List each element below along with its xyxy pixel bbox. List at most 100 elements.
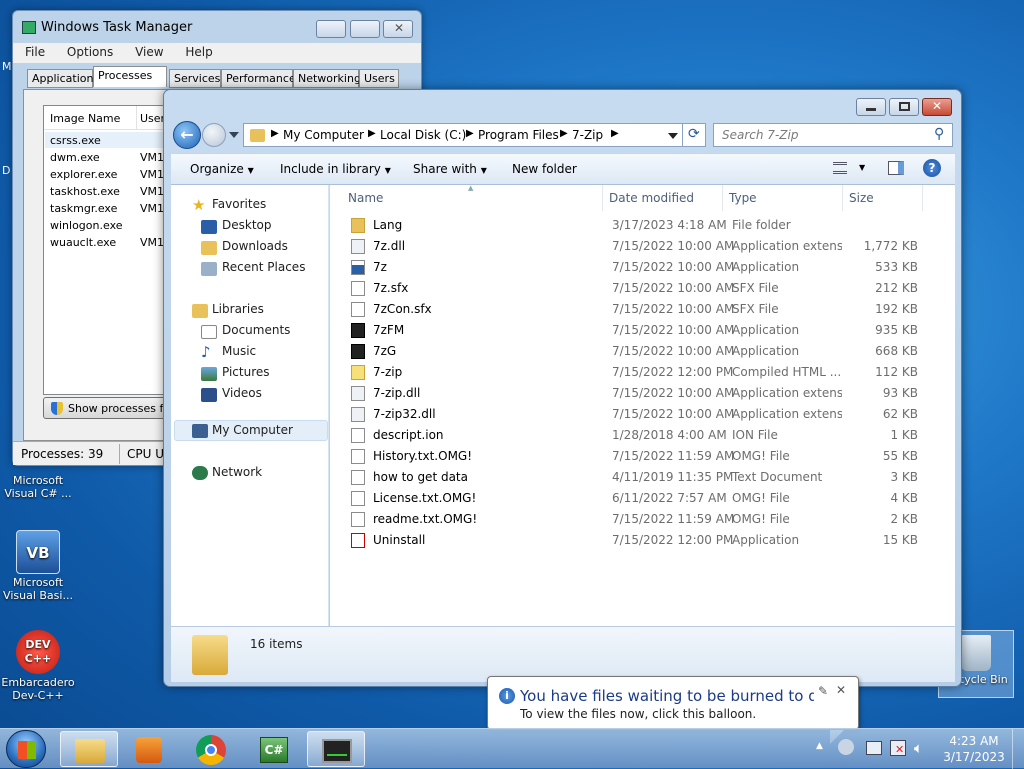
- search-box[interactable]: Search 7-Zip ⚲: [713, 123, 953, 147]
- view-options-icon[interactable]: [833, 162, 847, 174]
- process-name[interactable]: winlogon.exe: [50, 219, 123, 232]
- close-button[interactable]: ✕: [383, 20, 413, 38]
- file-row[interactable]: 7zG 7/15/2022 10:00 AM Application 668 KB: [340, 341, 950, 362]
- breadcrumb-my-computer[interactable]: My Computer: [283, 128, 364, 142]
- file-row[interactable]: 7z 7/15/2022 10:00 AM Application 533 KB: [340, 257, 950, 278]
- help-icon[interactable]: ?: [923, 159, 941, 177]
- nav-network[interactable]: Network: [212, 465, 262, 479]
- balloon-close-icon[interactable]: ✕: [836, 683, 846, 697]
- tab-users[interactable]: Users: [359, 69, 399, 88]
- address-dropdown-icon[interactable]: [668, 133, 678, 139]
- tab-performance[interactable]: Performance: [221, 69, 296, 88]
- breadcrumb-separator-icon[interactable]: ▶: [368, 128, 376, 139]
- file-row[interactable]: 7zCon.sfx 7/15/2022 10:00 AM SFX File 192 K…: [340, 299, 950, 320]
- volume-icon[interactable]: 🔈︎: [914, 739, 923, 757]
- file-row[interactable]: how to get data 4/11/2019 11:35 PM Text Do…: [340, 467, 950, 488]
- file-row[interactable]: 7-zip32.dll 7/15/2022 10:00 AM Application…: [340, 404, 950, 425]
- column-name[interactable]: Name: [348, 191, 383, 205]
- tab-applications[interactable]: Applications: [27, 69, 99, 88]
- new-folder-button[interactable]: New folder: [512, 162, 577, 176]
- close-button[interactable]: ✕: [922, 98, 952, 116]
- nav-favorites[interactable]: Favorites: [212, 197, 266, 211]
- taskbar-media-player[interactable]: [120, 731, 178, 767]
- nav-downloads[interactable]: Downloads: [222, 239, 288, 253]
- process-name[interactable]: csrss.exe: [50, 134, 101, 147]
- taskbar-task-manager[interactable]: [307, 731, 365, 767]
- forward-button[interactable]: [202, 123, 226, 147]
- menu-view[interactable]: View: [123, 43, 169, 59]
- network-disconnected-icon[interactable]: ✕: [890, 740, 906, 756]
- tab-networking[interactable]: Networking: [293, 69, 361, 88]
- file-row[interactable]: 7z.sfx 7/15/2022 10:00 AM SFX File 212 KB: [340, 278, 950, 299]
- share-with-button[interactable]: Share with ▼: [413, 162, 487, 176]
- column-separator[interactable]: [722, 185, 723, 211]
- back-button[interactable]: ←: [173, 121, 201, 149]
- file-row[interactable]: 7-zip 7/15/2022 12:00 PM Compiled HTML ...…: [340, 362, 950, 383]
- minimize-button[interactable]: [856, 98, 886, 116]
- address-bar[interactable]: ▶ My Computer ▶ Local Disk (C:) ▶ Progra…: [243, 123, 683, 147]
- refresh-button[interactable]: ⟳: [682, 123, 706, 147]
- desktop-icon-visual-basic[interactable]: VB Microsoft Visual Basi...: [0, 530, 76, 602]
- tab-services[interactable]: Services: [169, 69, 221, 88]
- burn-notification-balloon[interactable]: i You have files waiting to be burned to…: [487, 676, 859, 744]
- breadcrumb-separator-icon[interactable]: ▶: [611, 128, 619, 139]
- clock-date[interactable]: 3/17/2023: [942, 750, 1006, 764]
- organize-button[interactable]: Organize ▼: [190, 162, 254, 176]
- maximize-button[interactable]: [350, 20, 380, 38]
- breadcrumb-separator-icon[interactable]: ▶: [466, 128, 474, 139]
- nav-desktop[interactable]: Desktop: [222, 218, 272, 232]
- process-name[interactable]: taskhost.exe: [50, 185, 120, 198]
- maximize-button[interactable]: [889, 98, 919, 116]
- process-name[interactable]: taskmgr.exe: [50, 202, 117, 215]
- search-icon[interactable]: ⚲: [934, 126, 944, 142]
- chevron-down-icon[interactable]: ▼: [859, 163, 865, 172]
- process-name[interactable]: dwm.exe: [50, 151, 100, 164]
- file-row[interactable]: Uninstall 7/15/2022 12:00 PM Application 15…: [340, 530, 950, 551]
- file-list[interactable]: Name ▲ Date modified Type Size Lang 3/17/…: [330, 184, 955, 626]
- clock-time[interactable]: 4:23 AM: [948, 734, 1000, 748]
- process-name[interactable]: wuauclt.exe: [50, 236, 116, 249]
- taskbar-chrome[interactable]: [182, 731, 240, 767]
- show-hidden-icons-icon[interactable]: ▲: [816, 741, 823, 751]
- nav-recent-places[interactable]: Recent Places: [222, 260, 305, 274]
- nav-libraries[interactable]: Libraries: [212, 302, 264, 316]
- file-row[interactable]: History.txt.OMG! 7/15/2022 11:59 AM OMG! F…: [340, 446, 950, 467]
- desktop-icon-visual-csharp[interactable]: Microsoft Visual C# ...: [0, 474, 76, 500]
- file-row[interactable]: readme.txt.OMG! 7/15/2022 11:59 AM OMG! Fi…: [340, 509, 950, 530]
- column-user[interactable]: User: [140, 112, 165, 125]
- column-separator[interactable]: [842, 185, 843, 211]
- recent-pages-chevron-icon[interactable]: [229, 132, 239, 138]
- burn-tray-icon[interactable]: [838, 739, 854, 755]
- taskbar-explorer[interactable]: [60, 731, 118, 767]
- menu-file[interactable]: File: [13, 43, 51, 59]
- explorer-window[interactable]: ✕ ← ▶ My Computer ▶ Local Disk (C:) ▶ Pr…: [163, 89, 962, 687]
- breadcrumb-separator-icon[interactable]: ▶: [271, 128, 279, 139]
- desktop-icon-devcpp[interactable]: DEV C++ Embarcadero Dev-C++: [0, 630, 76, 702]
- breadcrumb-separator-icon[interactable]: ▶: [560, 128, 568, 139]
- file-row[interactable]: 7-zip.dll 7/15/2022 10:00 AM Application e…: [340, 383, 950, 404]
- action-center-icon[interactable]: [866, 741, 882, 755]
- tab-processes[interactable]: Processes: [93, 66, 167, 87]
- preview-pane-icon[interactable]: [888, 161, 904, 175]
- column-date-modified[interactable]: Date modified: [609, 191, 694, 205]
- wrench-icon[interactable]: ✎: [818, 684, 828, 698]
- column-separator[interactable]: [922, 185, 923, 211]
- file-row[interactable]: 7zFM 7/15/2022 10:00 AM Application 935 KB: [340, 320, 950, 341]
- menu-help[interactable]: Help: [173, 43, 218, 59]
- column-separator[interactable]: [602, 185, 603, 211]
- column-image-name[interactable]: Image Name: [50, 112, 120, 125]
- nav-documents[interactable]: Documents: [222, 323, 290, 337]
- process-list[interactable]: Image Name User csrss.exe dwm.exe VM1 explo…: [43, 105, 184, 395]
- breadcrumb-7zip[interactable]: 7-Zip: [572, 128, 603, 142]
- show-desktop-button[interactable]: [1012, 729, 1024, 769]
- minimize-button[interactable]: [316, 20, 346, 38]
- taskbar-visual-csharp[interactable]: C#: [245, 731, 303, 767]
- breadcrumb-program-files[interactable]: Program Files: [478, 128, 559, 142]
- nav-pictures[interactable]: Pictures: [222, 365, 270, 379]
- column-type[interactable]: Type: [729, 191, 757, 205]
- file-row[interactable]: 7z.dll 7/15/2022 10:00 AM Application exte…: [340, 236, 950, 257]
- process-name[interactable]: explorer.exe: [50, 168, 117, 181]
- start-button[interactable]: [6, 730, 46, 768]
- nav-my-computer[interactable]: My Computer: [212, 423, 293, 437]
- file-row[interactable]: Lang 3/17/2023 4:18 AM File folder: [340, 215, 950, 236]
